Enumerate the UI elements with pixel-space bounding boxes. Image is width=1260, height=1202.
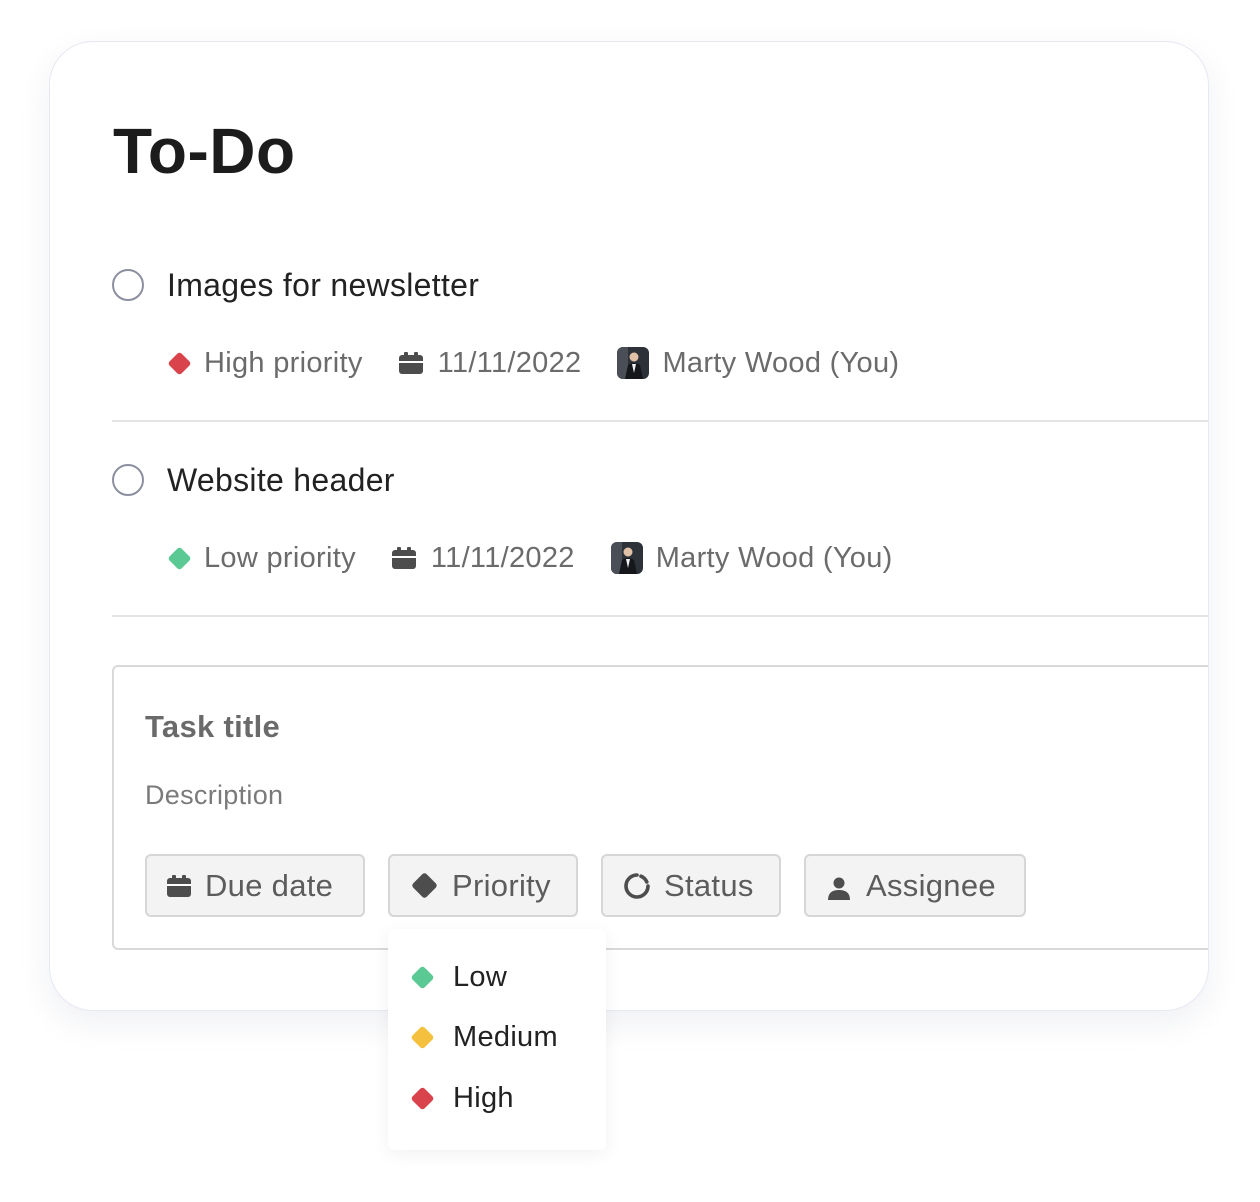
task-due-date: 11/11/2022 (391, 541, 575, 575)
priority-option-low[interactable]: Low (410, 957, 508, 997)
task-row[interactable]: Website header Low priority 11/11/2022 M… (112, 421, 1208, 617)
assignee-button[interactable]: Assignee (804, 854, 1026, 917)
priority-dropdown: Low Medium High (388, 929, 606, 1150)
status-spinner-icon (622, 871, 652, 901)
due-date-label: Due date (205, 867, 334, 903)
status-button[interactable]: Status (601, 854, 781, 917)
calendar-icon (398, 352, 423, 374)
calendar-icon (391, 547, 416, 569)
priority-diamond-icon (410, 1085, 435, 1111)
priority-diamond-icon (410, 1024, 435, 1050)
task-row[interactable]: Images for newsletter High priority 11/1… (112, 226, 1208, 422)
diamond-icon (411, 872, 438, 899)
task-complete-checkbox[interactable] (112, 269, 144, 301)
priority-option-label: High (453, 1081, 514, 1114)
task-title[interactable]: Website header (167, 462, 395, 499)
task-assignee: Marty Wood (You) (610, 541, 893, 575)
task-priority-label: High priority (204, 346, 363, 379)
todo-card: To-Do Images for newsletter High priorit… (49, 41, 1209, 1011)
task-title-input[interactable]: Task title (145, 709, 280, 745)
task-due-date-label: 11/11/2022 (430, 541, 575, 574)
status-label: Status (664, 867, 754, 903)
avatar (617, 347, 650, 379)
task-meta: High priority 11/11/2022 Marty Wood (You… (167, 346, 899, 380)
priority-option-high[interactable]: High (410, 1078, 514, 1118)
priority-label: Priority (452, 867, 551, 903)
task-complete-checkbox[interactable] (112, 464, 144, 496)
task-title[interactable]: Images for newsletter (167, 267, 479, 304)
task-priority: High priority (167, 347, 363, 380)
priority-diamond-icon (410, 964, 435, 990)
due-date-button[interactable]: Due date (145, 854, 365, 917)
priority-option-label: Medium (453, 1020, 558, 1053)
assignee-label: Assignee (866, 867, 996, 903)
person-icon (826, 873, 852, 900)
task-assignee-label: Marty Wood (You) (662, 346, 900, 379)
task-priority-label: Low priority (204, 541, 356, 574)
task-assignee: Marty Wood (You) (617, 347, 899, 380)
priority-button[interactable]: Priority (388, 854, 578, 917)
task-priority: Low priority (167, 542, 356, 575)
task-assignee-label: Marty Wood (You) (655, 541, 893, 574)
avatar (610, 542, 643, 574)
calendar-icon (167, 874, 191, 897)
task-meta: Low priority 11/11/2022 Marty Wood (You) (167, 541, 893, 575)
new-task-composer: Task title Description Due date Priority… (112, 665, 1208, 950)
task-description-input[interactable]: Description (145, 780, 283, 811)
priority-option-medium[interactable]: Medium (410, 1017, 558, 1057)
priority-diamond-icon (167, 350, 192, 376)
priority-option-label: Low (453, 960, 508, 993)
task-due-date: 11/11/2022 (398, 346, 582, 380)
task-due-date-label: 11/11/2022 (437, 346, 582, 379)
page-title: To-Do (113, 115, 296, 187)
priority-diamond-icon (167, 545, 192, 571)
